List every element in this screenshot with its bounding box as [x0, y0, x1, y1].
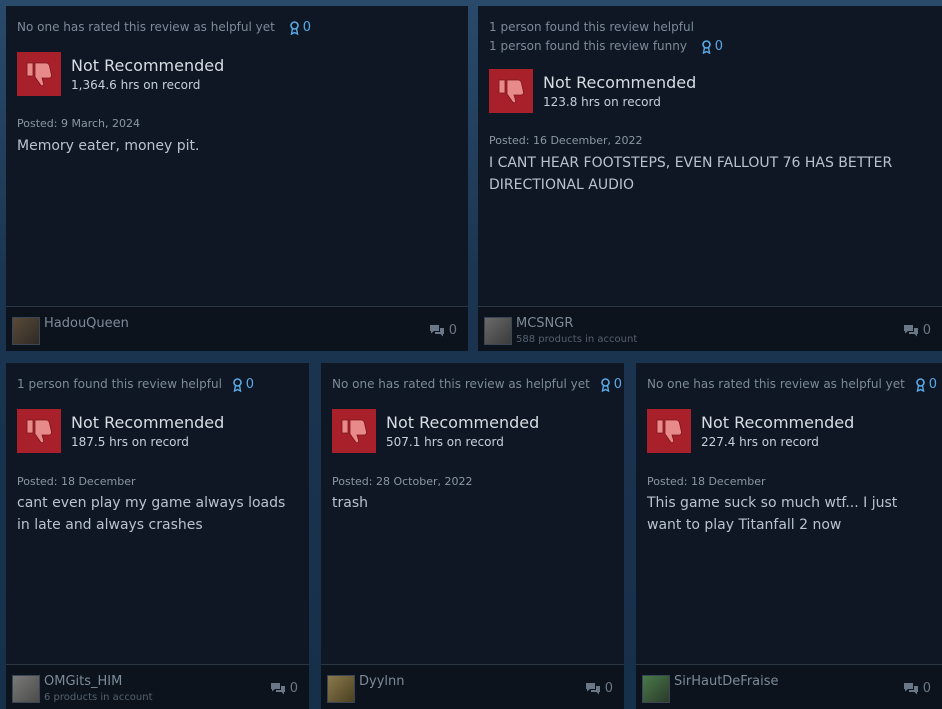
verdict-title: Not Recommended	[71, 413, 225, 432]
hours-on-record: 227.4 hrs on record	[701, 435, 819, 449]
posted-date: Posted: 9 March, 2024	[17, 117, 140, 130]
review-card: No one has rated this review as helpful …	[321, 363, 624, 709]
posted-date: Posted: 18 December	[647, 475, 766, 488]
verdict-title: Not Recommended	[386, 413, 540, 432]
review-card: No one has rated this review as helpful …	[636, 363, 942, 709]
review-text: Memory eater, money pit.	[17, 138, 200, 154]
review-card: 1 person found this review helpful 1 per…	[478, 6, 942, 351]
hours-on-record: 507.1 hrs on record	[386, 435, 504, 449]
author-name[interactable]: MCSNGR	[516, 316, 573, 331]
review-footer: SirHautDeFraise 0	[636, 664, 942, 709]
comments-button[interactable]: 0	[270, 681, 298, 696]
hours-on-record: 187.5 hrs on record	[71, 435, 189, 449]
hours-on-record: 1,364.6 hrs on record	[71, 78, 201, 92]
author-name[interactable]: OMGits_HIM	[44, 674, 122, 689]
comments-button[interactable]: 0	[903, 323, 931, 338]
avatar[interactable]	[327, 675, 355, 703]
review-footer: HadouQueen 0	[6, 306, 468, 351]
helpful-status: 1 person found this review helpful 0	[17, 375, 255, 394]
comments-icon	[585, 683, 600, 695]
avatar[interactable]	[642, 675, 670, 703]
comments-button[interactable]: 0	[585, 681, 613, 696]
review-verdict[interactable]: Not Recommended 227.4 hrs on record	[647, 409, 854, 453]
award-button[interactable]: 0	[289, 18, 311, 37]
review-card: 1 person found this review helpful 0 Not…	[6, 363, 309, 709]
review-verdict[interactable]: Not Recommended 123.8 hrs on record	[489, 69, 696, 113]
award-icon	[915, 377, 925, 392]
review-text: This game suck so much wtf... I just wan…	[647, 495, 898, 533]
review-footer: MCSNGR 588 products in account 0	[478, 306, 942, 351]
products-count: 588 products in account	[516, 334, 638, 345]
award-button[interactable]: 0	[600, 375, 622, 394]
verdict-title: Not Recommended	[701, 413, 855, 432]
author-name[interactable]: HadouQueen	[44, 316, 129, 331]
review-text: I CANT HEAR FOOTSTEPS, EVEN FALLOUT 76 H…	[489, 155, 893, 193]
helpful-status: No one has rated this review as helpful …	[17, 18, 311, 37]
author-name[interactable]: Dyylnn	[359, 674, 405, 689]
comments-icon	[903, 683, 918, 695]
verdict-title: Not Recommended	[543, 73, 697, 92]
hours-on-record: 123.8 hrs on record	[543, 95, 661, 109]
review-verdict[interactable]: Not Recommended 507.1 hrs on record	[332, 409, 539, 453]
avatar[interactable]	[12, 317, 40, 345]
review-verdict[interactable]: Not Recommended 1,364.6 hrs on record	[17, 52, 224, 96]
posted-date: Posted: 18 December	[17, 475, 136, 488]
review-verdict[interactable]: Not Recommended 187.5 hrs on record	[17, 409, 224, 453]
award-button[interactable]: 0	[915, 375, 937, 394]
review-text: trash	[332, 495, 368, 511]
author-name[interactable]: SirHautDeFraise	[674, 674, 779, 689]
award-icon	[289, 20, 299, 35]
award-button[interactable]: 0	[232, 375, 254, 394]
thumbs-down-icon	[17, 52, 61, 96]
avatar[interactable]	[484, 317, 512, 345]
thumbs-down-icon	[332, 409, 376, 453]
thumbs-down-icon	[647, 409, 691, 453]
review-footer: Dyylnn 0	[321, 664, 624, 709]
thumbs-down-icon	[489, 69, 533, 113]
award-button[interactable]: 0	[701, 37, 723, 56]
comments-icon	[429, 325, 444, 337]
award-icon	[232, 377, 242, 392]
review-footer: OMGits_HIM 6 products in account 0	[6, 664, 309, 709]
helpful-status: 1 person found this review helpful 1 per…	[489, 20, 724, 56]
posted-date: Posted: 16 December, 2022	[489, 134, 643, 147]
products-count: 6 products in account	[44, 692, 153, 703]
posted-date: Posted: 28 October, 2022	[332, 475, 473, 488]
avatar[interactable]	[12, 675, 40, 703]
award-icon	[600, 377, 610, 392]
review-card: No one has rated this review as helpful …	[6, 6, 468, 351]
award-icon	[701, 39, 711, 54]
verdict-title: Not Recommended	[71, 56, 225, 75]
review-text: cant even play my game always loads in l…	[17, 495, 286, 533]
helpful-status: No one has rated this review as helpful …	[332, 375, 622, 394]
helpful-status: No one has rated this review as helpful …	[647, 375, 937, 394]
comments-button[interactable]: 0	[429, 323, 457, 338]
comments-button[interactable]: 0	[903, 681, 931, 696]
comments-icon	[903, 325, 918, 337]
thumbs-down-icon	[17, 409, 61, 453]
comments-icon	[270, 683, 285, 695]
